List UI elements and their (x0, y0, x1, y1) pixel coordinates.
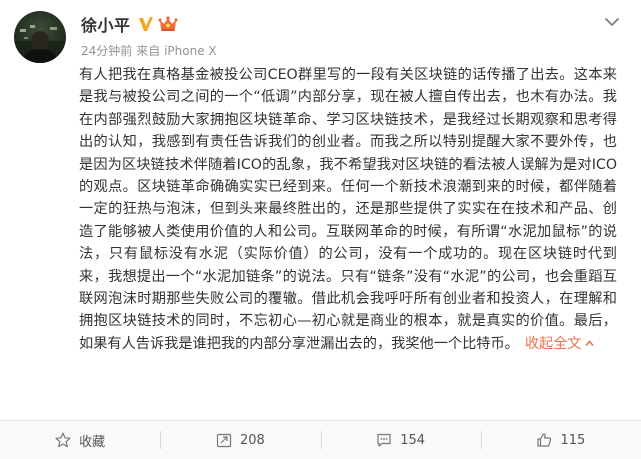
comment-button[interactable]: 154 (320, 421, 481, 459)
chevron-down-icon[interactable] (604, 13, 620, 26)
star-icon (55, 432, 71, 448)
favorite-label: 收藏 (79, 434, 106, 450)
user-row: 徐小平 (81, 11, 581, 37)
comment-count: 154 (400, 432, 426, 448)
post-source: 来自 iPhone X (136, 43, 217, 58)
repost-button[interactable]: 208 (160, 421, 320, 459)
post-content: 有人把我在真格基金被投公司CEO群里写的一段有关区块链的话传播了出去。这本来是我… (79, 64, 617, 355)
vip-crown-icon[interactable] (157, 16, 178, 32)
repost-count: 208 (239, 432, 265, 448)
comment-icon (377, 433, 391, 447)
post-time[interactable]: 24分钟前 (81, 42, 132, 59)
post-meta: 24分钟前 来自 iPhone X (81, 42, 581, 58)
like-count: 115 (560, 432, 586, 448)
collapse-arrow-icon[interactable] (584, 338, 595, 349)
favorite-button[interactable]: 收藏 (0, 421, 160, 459)
verified-v-icon (138, 16, 154, 32)
repost-icon (216, 433, 232, 448)
avatar-image (14, 25, 66, 63)
weibo-post-card: 徐小平 24分钟前 来自 iPhone X 有人把我在真格基金被投公司CEO群里… (0, 0, 641, 459)
thumb-up-icon (537, 433, 552, 447)
avatar[interactable] (14, 11, 66, 63)
user-name[interactable]: 徐小平 (81, 12, 131, 36)
post-header: 徐小平 24分钟前 来自 iPhone X (81, 11, 581, 61)
like-button[interactable]: 115 (480, 421, 641, 459)
collapse-full-text-link[interactable]: 收起全文 (525, 336, 582, 352)
action-bar: 收藏 208 154 115 (0, 420, 641, 459)
post-text: 有人把我在真格基金被投公司CEO群里写的一段有关区块链的话传播了出去。这本来是我… (79, 67, 617, 352)
